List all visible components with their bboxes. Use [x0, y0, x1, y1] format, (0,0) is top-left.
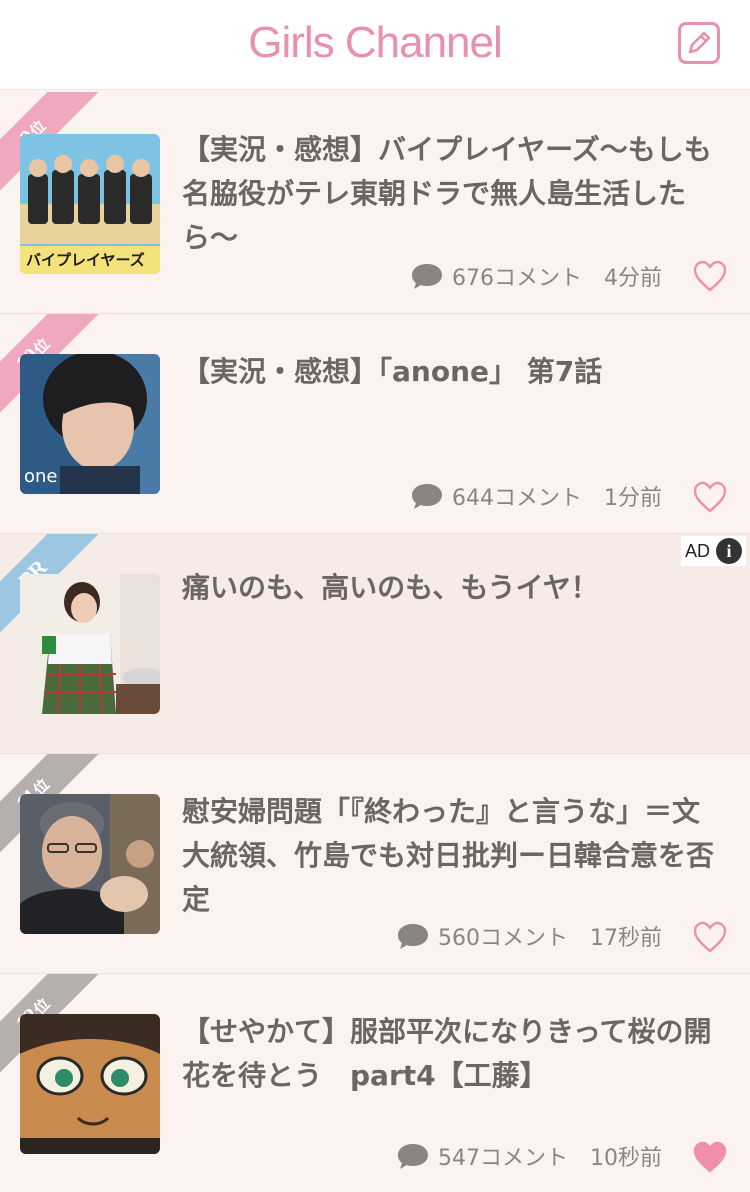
- app-header: Girls Channel: [0, 0, 750, 90]
- topic-row[interactable]: 12位 【せやかて】服部平次になりきって桜の開花を待とう part4【工藤】 5…: [0, 974, 750, 1192]
- thumbnail-image: one: [20, 354, 160, 494]
- comment-count: 547コメント: [438, 1146, 568, 1171]
- topic-title[interactable]: 慰安婦問題「『終わった』と言うな」＝文大統領、竹島でも対日批判ー日韓合意を否定: [182, 790, 727, 922]
- thumbnail-caption: one: [24, 466, 58, 487]
- ad-row[interactable]: PR AD i 痛いのも、高いのも、もうイヤ！: [0, 534, 750, 754]
- comment-bubble-icon: [398, 924, 428, 949]
- heart-filled-icon[interactable]: [692, 1140, 728, 1174]
- comment-count: 560コメント: [438, 926, 568, 951]
- comment-bubble-icon: [398, 1144, 428, 1169]
- topic-meta: 644コメント 1分前: [410, 480, 662, 512]
- compose-icon: [688, 31, 711, 54]
- topic-row[interactable]: 9位 バイプレイヤーズ 【実況・感想】バイプレイヤーズ〜もしも名脇役がテレ東朝ド…: [0, 92, 750, 314]
- ad-text: AD: [684, 540, 710, 561]
- topic-meta: 676コメント 4分前: [410, 260, 662, 292]
- thumbnail-image: [20, 794, 160, 934]
- heart-icon[interactable]: [692, 259, 728, 293]
- topic-thumbnail[interactable]: [20, 1014, 160, 1154]
- post-time: 17秒前: [590, 926, 662, 951]
- ad-title[interactable]: 痛いのも、高いのも、もうイヤ！: [182, 566, 727, 610]
- topic-row[interactable]: 11位 慰安婦問題「『終わった』と言うな」＝文大統領、竹島でも対日批判ー日韓合意…: [0, 754, 750, 974]
- topic-meta: 547コメント 10秒前: [396, 1140, 662, 1172]
- thumbnail-image: [20, 1014, 160, 1154]
- topic-thumbnail[interactable]: バイプレイヤーズ: [20, 134, 160, 274]
- ad-badge[interactable]: AD i: [680, 536, 746, 566]
- comment-bubble-icon: [412, 484, 442, 509]
- comment-count: 644コメント: [452, 486, 582, 511]
- topic-title[interactable]: 【実況・感想】バイプレイヤーズ〜もしも名脇役がテレ東朝ドラで無人島生活したら〜: [182, 128, 727, 260]
- app-logo[interactable]: Girls Channel: [0, 18, 750, 68]
- info-icon[interactable]: i: [716, 538, 742, 564]
- thumbnail-image: [20, 574, 160, 714]
- topic-title[interactable]: 【実況・感想】「anone」 第7話: [182, 350, 727, 394]
- topic-thumbnail[interactable]: [20, 794, 160, 934]
- thumbnail-image: バイプレイヤーズ: [20, 134, 160, 274]
- thumbnail-caption: バイプレイヤーズ: [26, 251, 145, 269]
- topic-row[interactable]: 10位 one 【実況・感想】「anone」 第7話 644コメント 1分前: [0, 314, 750, 534]
- comment-count: 676コメント: [452, 266, 582, 291]
- comment-bubble-icon: [412, 264, 442, 289]
- post-time: 4分前: [604, 266, 662, 291]
- topic-meta: 560コメント 17秒前: [396, 920, 662, 952]
- post-time: 1分前: [604, 486, 662, 511]
- heart-icon[interactable]: [692, 480, 728, 514]
- topic-title[interactable]: 【せやかて】服部平次になりきって桜の開花を待とう part4【工藤】: [182, 1010, 727, 1098]
- post-time: 10秒前: [590, 1146, 662, 1171]
- heart-icon[interactable]: [692, 920, 728, 954]
- topic-thumbnail[interactable]: one: [20, 354, 160, 494]
- compose-button[interactable]: [678, 22, 720, 64]
- ad-thumbnail[interactable]: [20, 574, 160, 714]
